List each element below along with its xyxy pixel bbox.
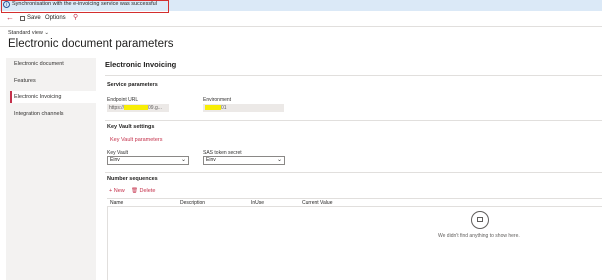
masked-value (124, 105, 149, 111)
service-parameters-heading: Service parameters (107, 82, 158, 88)
environment-field: 01 (203, 104, 284, 112)
nav-item-integration-channels[interactable]: Integration channels (14, 111, 64, 117)
trash-icon: 🗑 (131, 188, 138, 194)
key-vault-value: Einv (110, 157, 120, 163)
key-vault-select[interactable]: Einv ⌄ (107, 156, 189, 165)
column-header-name[interactable]: Name (110, 200, 123, 206)
grid-body (107, 207, 602, 280)
sas-token-value: Einv (206, 157, 216, 163)
nav-item-features[interactable]: Features (14, 78, 36, 84)
search-icon[interactable]: ⚲ (73, 14, 78, 22)
divider (105, 120, 602, 121)
delete-button[interactable]: 🗑 Delete (131, 188, 155, 194)
empty-state-message: We didn't find anything to show here. (438, 233, 520, 239)
options-button[interactable]: Options (45, 15, 66, 21)
endpoint-url-suffix: 09.g... (148, 105, 162, 111)
column-header-current-value[interactable]: Current Value (302, 200, 332, 206)
empty-state-icon (471, 211, 489, 229)
save-icon[interactable] (20, 16, 25, 21)
view-selector-label: Standard view (8, 30, 43, 36)
environment-label: Environment (203, 97, 232, 103)
new-button-label: New (113, 188, 125, 194)
endpoint-url-prefix: https:// (109, 105, 125, 111)
endpoint-url-field: https:// 09.g... (107, 104, 169, 112)
divider (105, 172, 602, 173)
view-selector[interactable]: Standard view ⌄ (8, 30, 49, 36)
page-title: Electronic document parameters (8, 38, 174, 50)
endpoint-url-label: Endpoint URL (107, 97, 139, 103)
notification-highlight-outline (1, 0, 169, 13)
column-header-description[interactable]: Description (180, 200, 205, 206)
section-title: Electronic Invoicing (105, 60, 177, 69)
active-nav-indicator (10, 91, 12, 103)
column-header-inuse[interactable]: InUse (251, 200, 264, 206)
back-arrow-icon[interactable]: ← (6, 14, 14, 22)
nav-item-electronic-document[interactable]: Electronic document (14, 61, 64, 67)
nav-item-electronic-invoicing[interactable]: Electronic Invoicing (14, 94, 61, 100)
number-sequences-heading: Number sequences (107, 176, 158, 182)
chevron-down-icon: ⌄ (180, 157, 186, 163)
key-vault-parameters-link[interactable]: Key Vault parameters (110, 137, 162, 143)
delete-button-label: Delete (139, 188, 156, 194)
environment-suffix: 01 (221, 105, 227, 111)
save-button[interactable]: Save (27, 15, 41, 21)
new-button[interactable]: + New (109, 188, 125, 194)
key-vault-heading: Key Vault settings (107, 124, 155, 130)
plus-icon: + (109, 188, 113, 194)
action-pane (0, 13, 602, 27)
divider (105, 75, 602, 76)
sas-token-select[interactable]: Einv ⌄ (203, 156, 285, 165)
chevron-down-icon: ⌄ (276, 157, 282, 163)
chevron-down-icon: ⌄ (42, 30, 49, 36)
masked-value (205, 105, 221, 111)
